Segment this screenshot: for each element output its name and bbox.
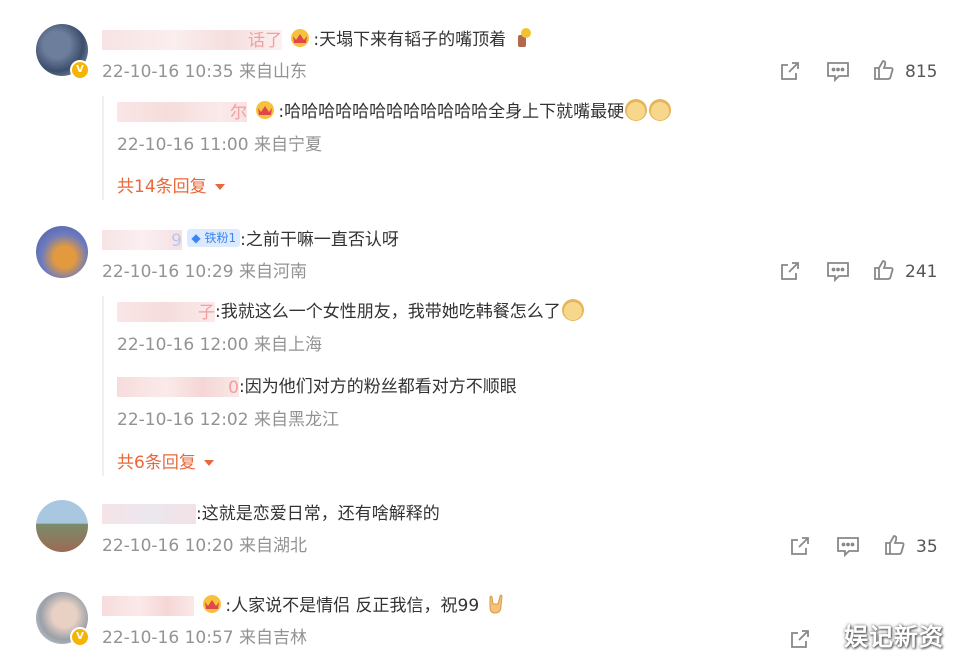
more-replies-label: 共6条回复: [117, 453, 196, 473]
username-blurred[interactable]: 尔: [117, 102, 247, 123]
reply-content: 子 :我就这么一个女性朋友，我带她吃韩餐怎么了: [117, 299, 585, 324]
username-blurred[interactable]: 0: [117, 377, 239, 398]
comment-text: :之前干嘛一直否认呀: [240, 230, 399, 250]
comment-icon[interactable]: [836, 535, 860, 557]
comment-icon[interactable]: [826, 60, 850, 82]
reply-content: 0 :因为他们对方的粉丝都看对方不顺眼: [117, 375, 517, 399]
username-tail: 话了: [248, 31, 282, 51]
reply-meta: 22-10-16 11:00 来自宁夏: [117, 135, 322, 155]
comment-content: 话了 :天塌下来有韬子的嘴顶着: [102, 28, 534, 52]
rock-hand-emoji-icon: [485, 593, 507, 615]
reply-meta: 22-10-16 12:02 来自黑龙江: [117, 410, 339, 430]
reply-meta: 22-10-16 12:00 来自上海: [117, 335, 322, 355]
watermark: 娱记新资: [844, 623, 944, 651]
comment-icon[interactable]: [826, 260, 850, 282]
comment-text: :这就是恋爱日常，还有啥解释的: [196, 504, 440, 524]
username-tail: 尔: [230, 103, 247, 123]
thumbs-up-icon[interactable]: [873, 259, 895, 281]
crown-badge-icon: [254, 100, 276, 120]
avatar[interactable]: [36, 500, 88, 552]
share-icon[interactable]: [779, 60, 801, 82]
reply-text: :哈哈哈哈哈哈哈哈哈哈哈哈全身上下就嘴最硬: [278, 102, 625, 122]
reply-thread: [102, 96, 106, 200]
username-tail: 0: [228, 378, 239, 398]
thumbs-up-icon[interactable]: [884, 534, 906, 556]
comment-content: :这就是恋爱日常，还有啥解释的: [102, 502, 440, 526]
comment-meta: 22-10-16 10:35 来自山东: [102, 62, 307, 82]
username-blurred[interactable]: 话了: [102, 30, 282, 51]
more-replies-link[interactable]: 共14条回复: [117, 175, 226, 199]
emoji-icon: [512, 27, 534, 49]
share-icon[interactable]: [789, 535, 811, 557]
comment-meta: 22-10-16 10:29 来自河南: [102, 262, 307, 282]
like-count: 241: [905, 262, 938, 282]
comment-text: :天塌下来有韬子的嘴顶着: [313, 30, 507, 50]
crown-badge-icon: [201, 594, 223, 614]
fan-badge: ◆ 铁粉1: [187, 229, 241, 247]
username-tail: 9: [171, 231, 182, 251]
username-blurred[interactable]: [102, 504, 196, 524]
comment-content: :人家说不是情侣 反正我信，祝99: [102, 594, 507, 618]
like-count: 815: [905, 62, 938, 82]
crown-badge-icon: [289, 28, 311, 48]
reply-text: :我就这么一个女性朋友，我带她吃韩餐怎么了: [215, 302, 561, 322]
reply-text: :因为他们对方的粉丝都看对方不顺眼: [239, 377, 517, 397]
caret-down-icon: [215, 184, 226, 190]
reply-content: 尔 :哈哈哈哈哈哈哈哈哈哈哈哈全身上下就嘴最硬: [117, 99, 672, 124]
avatar[interactable]: [36, 226, 88, 278]
share-icon[interactable]: [779, 260, 801, 282]
verified-badge-icon: V: [70, 627, 90, 647]
more-replies-label: 共14条回复: [117, 177, 207, 197]
username-tail: 子: [198, 303, 215, 323]
share-icon[interactable]: [789, 628, 811, 650]
comment-text: :人家说不是情侣 反正我信，祝99: [225, 596, 480, 616]
more-replies-link[interactable]: 共6条回复: [117, 451, 215, 475]
doge-emoji-icon: [649, 99, 672, 121]
like-count: 35: [916, 537, 938, 557]
reply-thread: [102, 296, 106, 476]
thumbs-up-icon[interactable]: [873, 59, 895, 81]
comment-content: 9 ◆ 铁粉1:之前干嘛一直否认呀: [102, 228, 399, 252]
verified-badge-icon: V: [70, 60, 90, 80]
comment-meta: 22-10-16 10:20 来自湖北: [102, 536, 307, 556]
comment-meta: 22-10-16 10:57 来自吉林: [102, 628, 307, 648]
doge-emoji-icon: [625, 99, 648, 121]
doge-emoji-icon: [561, 299, 584, 321]
caret-down-icon: [204, 460, 215, 466]
fan-badge-label: 铁粉1: [204, 231, 237, 245]
username-blurred[interactable]: [102, 596, 194, 616]
username-blurred[interactable]: 9: [102, 230, 182, 251]
username-blurred[interactable]: 子: [117, 302, 215, 323]
